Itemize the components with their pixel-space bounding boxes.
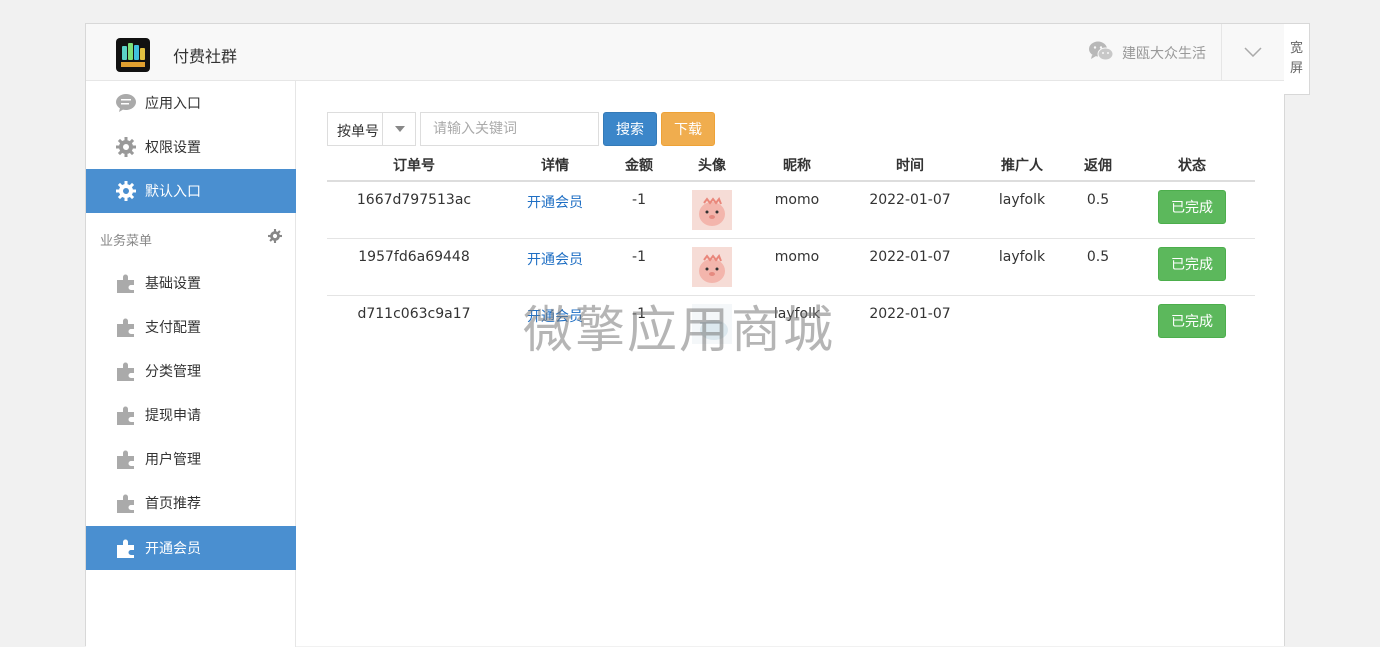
account-menu[interactable]: 建瓯大众生活: [1088, 40, 1206, 66]
col-header-promoter: 推广人: [1001, 158, 1043, 174]
app-title: 付费社群: [173, 47, 238, 66]
amount: -1: [632, 249, 646, 265]
avatar: [692, 304, 732, 344]
dropdown-toggle[interactable]: [1221, 24, 1284, 81]
sidebar-item-label: 分类管理: [145, 364, 201, 380]
sidebar-item-label: 用户管理: [145, 452, 201, 468]
commission: 0.5: [1086, 192, 1110, 208]
account-name: 建瓯大众生活: [1122, 46, 1206, 62]
app-frame: 付费社群 建瓯大众生活 应用入口 权限设置 默认入口 业务菜单 基础设置 支付配…: [85, 23, 1285, 647]
sidebar-item-label: 开通会员: [145, 541, 201, 557]
sidebar-item-payment-config[interactable]: 支付配置: [86, 305, 296, 349]
col-header-detail: 详情: [541, 158, 569, 174]
col-header-order: 订单号: [393, 158, 435, 174]
wide-label-1: 宽: [1289, 41, 1303, 56]
puzzle-icon: [115, 537, 137, 559]
download-button[interactable]: 下载: [661, 112, 715, 146]
order-number: 1957fd6a69448: [358, 249, 470, 265]
search-input[interactable]: [420, 112, 599, 146]
col-header-status: 状态: [1178, 158, 1206, 174]
detail-link[interactable]: 开通会员: [527, 306, 583, 326]
app-logo: [116, 38, 150, 72]
order-number: d711c063c9a17: [357, 306, 471, 322]
col-header-avatar: 头像: [698, 158, 726, 174]
sidebar-item-permissions[interactable]: 权限设置: [86, 125, 296, 169]
puzzle-icon: [115, 404, 137, 426]
sidebar-item-user-manage[interactable]: 用户管理: [86, 437, 296, 481]
sidebar-item-basic-settings[interactable]: 基础设置: [86, 261, 296, 305]
sidebar-item-withdraw[interactable]: 提现申请: [86, 393, 296, 437]
search-button[interactable]: 搜索: [603, 112, 657, 146]
time: 2022-01-07: [869, 306, 951, 322]
orders-table: 订单号 详情 金额 头像 昵称 时间 推广人 返佣 状态 1667d797513…: [327, 150, 1255, 353]
col-header-amount: 金额: [625, 158, 653, 174]
puzzle-icon: [115, 448, 137, 470]
time: 2022-01-07: [869, 192, 951, 208]
time: 2022-01-07: [869, 249, 951, 265]
sidebar-item-label: 权限设置: [145, 140, 201, 156]
sidebar-item-default-entry[interactable]: 默认入口: [86, 169, 296, 213]
detail-link[interactable]: 开通会员: [527, 249, 583, 269]
wide-screen-toggle[interactable]: 宽 屏: [1284, 23, 1310, 95]
sidebar-item-label: 支付配置: [145, 320, 201, 336]
sidebar-item-label: 提现申请: [145, 408, 201, 424]
amount: -1: [632, 306, 646, 322]
settings-gear-icon[interactable]: [268, 229, 282, 247]
sidebar-item-category-manage[interactable]: 分类管理: [86, 349, 296, 393]
chevron-down-icon: [1244, 45, 1262, 61]
status-button[interactable]: 已完成: [1158, 304, 1226, 338]
sidebar-item-app-entry[interactable]: 应用入口: [86, 81, 296, 125]
sidebar-item-home-recommend[interactable]: 首页推荐: [86, 481, 296, 525]
sidebar: 应用入口 权限设置 默认入口 业务菜单 基础设置 支付配置 分类管理 提现申请 …: [86, 81, 296, 647]
col-header-nickname: 昵称: [783, 158, 811, 174]
search-type-select[interactable]: 按单号: [327, 112, 416, 146]
table-row: 1957fd6a69448 开通会员 -1 momo 2022-01-07 la…: [327, 239, 1255, 296]
nickname: momo: [774, 192, 820, 208]
avatar: [692, 190, 732, 230]
gear-icon: [115, 136, 137, 158]
col-header-commission: 返佣: [1084, 158, 1112, 174]
order-number: 1667d797513ac: [356, 192, 472, 208]
sidebar-item-membership[interactable]: 开通会员: [86, 526, 296, 570]
status-button[interactable]: 已完成: [1158, 190, 1226, 224]
section-title: 业务菜单: [100, 234, 153, 249]
caret-down-icon: [382, 113, 416, 145]
avatar: [692, 247, 732, 287]
puzzle-icon: [115, 360, 137, 382]
table-row: d711c063c9a17 开通会员 -1 layfolk 2022-01-07…: [327, 296, 1255, 353]
chat-bubble-icon: [115, 92, 137, 114]
table-header: 订单号 详情 金额 头像 昵称 时间 推广人 返佣 状态: [327, 150, 1255, 182]
amount: -1: [632, 192, 646, 208]
detail-link[interactable]: 开通会员: [527, 192, 583, 212]
gear-icon: [115, 180, 137, 202]
wechat-icon: [1088, 40, 1114, 66]
puzzle-icon: [115, 492, 137, 514]
promoter: layfolk: [998, 249, 1046, 265]
sidebar-item-label: 首页推荐: [145, 496, 201, 512]
sidebar-item-label: 默认入口: [145, 184, 201, 200]
top-header: 付费社群 建瓯大众生活: [86, 24, 1284, 81]
table-row: 1667d797513ac 开通会员 -1 momo 2022-01-07 la…: [327, 182, 1255, 239]
commission: 0.5: [1086, 249, 1110, 265]
puzzle-icon: [115, 316, 137, 338]
sidebar-item-label: 基础设置: [145, 276, 201, 292]
nickname: momo: [774, 249, 820, 265]
select-value: 按单号: [337, 124, 379, 140]
col-header-time: 时间: [896, 158, 924, 174]
promoter: layfolk: [998, 192, 1046, 208]
puzzle-icon: [115, 272, 137, 294]
wide-label-2: 屏: [1289, 61, 1303, 76]
status-button[interactable]: 已完成: [1158, 247, 1226, 281]
sidebar-item-label: 应用入口: [145, 96, 201, 112]
nickname: layfolk: [773, 306, 821, 322]
